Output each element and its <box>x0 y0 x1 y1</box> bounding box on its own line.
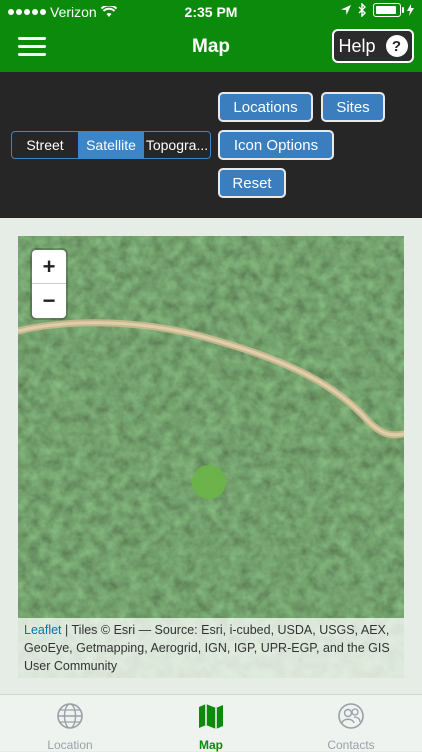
tab-location[interactable]: Location <box>20 701 120 752</box>
tab-contacts[interactable]: Contacts <box>301 701 401 752</box>
map-attribution: Leaflet | Tiles © Esri — Source: Esri, i… <box>18 618 404 678</box>
map-controls-panel: Street Satellite Topogra... Locations Si… <box>0 72 422 218</box>
help-label: Help <box>338 35 376 56</box>
layer-selector: Street Satellite Topogra... <box>11 131 211 159</box>
reset-button[interactable]: Reset <box>218 168 286 198</box>
layer-option-topographic[interactable]: Topogra... <box>144 132 210 158</box>
icon-options-button[interactable]: Icon Options <box>218 130 334 160</box>
map-view[interactable]: + − Leaflet | Tiles © Esri — Source: Esr… <box>18 236 404 678</box>
location-arrow-icon <box>341 5 351 15</box>
location-marker[interactable] <box>192 465 226 499</box>
zoom-out-button[interactable]: − <box>32 284 66 317</box>
layer-option-satellite[interactable]: Satellite <box>78 132 144 158</box>
zoom-in-button[interactable]: + <box>32 250 66 284</box>
question-icon: ? <box>385 35 408 57</box>
layer-option-street[interactable]: Street <box>12 132 78 158</box>
globe-icon <box>57 703 83 729</box>
status-right <box>340 3 414 17</box>
map-icon <box>199 704 223 729</box>
bluetooth-icon <box>358 3 366 17</box>
tab-map[interactable]: Map <box>161 701 261 752</box>
leaflet-link[interactable]: Leaflet <box>24 623 62 637</box>
locations-button[interactable]: Locations <box>218 92 313 122</box>
satellite-imagery <box>18 236 404 678</box>
tab-bar: Location Map Contacts <box>0 694 422 752</box>
help-button[interactable]: Help ? <box>332 29 414 63</box>
status-bar: Verizon 2:35 PM <box>0 0 422 24</box>
nav-bar: Map Help ? <box>0 24 422 72</box>
attribution-text: | Tiles © Esri — Source: Esri, i-cubed, … <box>24 623 390 673</box>
zoom-control: + − <box>32 250 66 318</box>
charging-icon <box>407 4 414 16</box>
contacts-icon <box>338 703 364 729</box>
battery-icon <box>373 3 404 17</box>
sites-button[interactable]: Sites <box>321 92 385 122</box>
